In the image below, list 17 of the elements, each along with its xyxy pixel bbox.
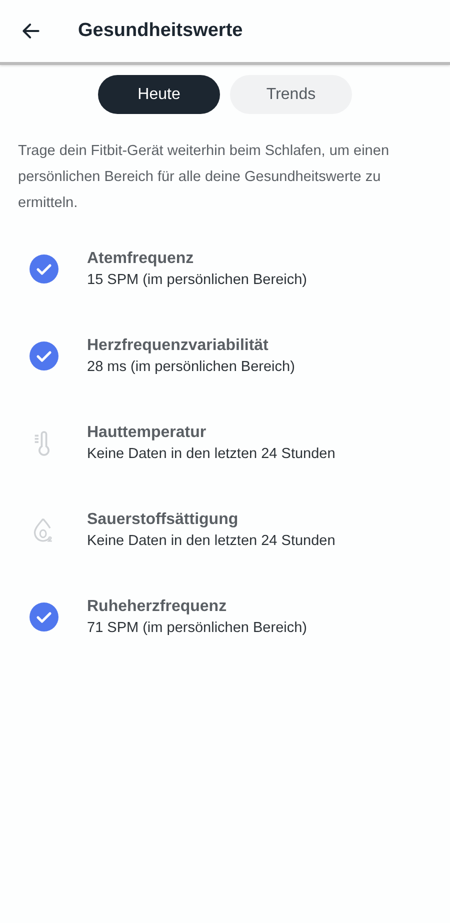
intro-text: Trage dein Fitbit-Gerät weiterhin beim Schlafen, um einen persönlichen Bereich für alle deine Gesundheitswerte zu ermitteln. — [18, 142, 390, 213]
metric-value: 28 ms (im persönlichen Bereich) — [87, 359, 295, 375]
tab[interactable]: Heute — [98, 75, 220, 114]
check-icon — [28, 254, 58, 284]
metric-name: Ruheherzfrequenz — [87, 598, 228, 616]
page-title: Gesundheitswerte — [78, 20, 243, 42]
metric-value: Keine Daten in den letzten 24 Stunden — [87, 446, 336, 462]
metric-value: 15 SPM (im persönlichen Bereich) — [87, 272, 308, 288]
metric-value: 71 SPM (im persönlichen Bereich) — [87, 620, 308, 636]
metric-name: Atemfrequenz — [87, 250, 195, 268]
metric-name: Hauttemperatur — [87, 424, 208, 442]
metric-name: Sauerstoffsättigung — [87, 511, 240, 529]
check-icon — [28, 341, 58, 371]
check-icon — [28, 602, 58, 632]
metric-value: Keine Daten in den letzten 24 Stunden — [87, 533, 336, 549]
metric-name: Herzfrequenzvariabilität — [87, 337, 270, 355]
tab[interactable]: Trends — [230, 75, 352, 114]
